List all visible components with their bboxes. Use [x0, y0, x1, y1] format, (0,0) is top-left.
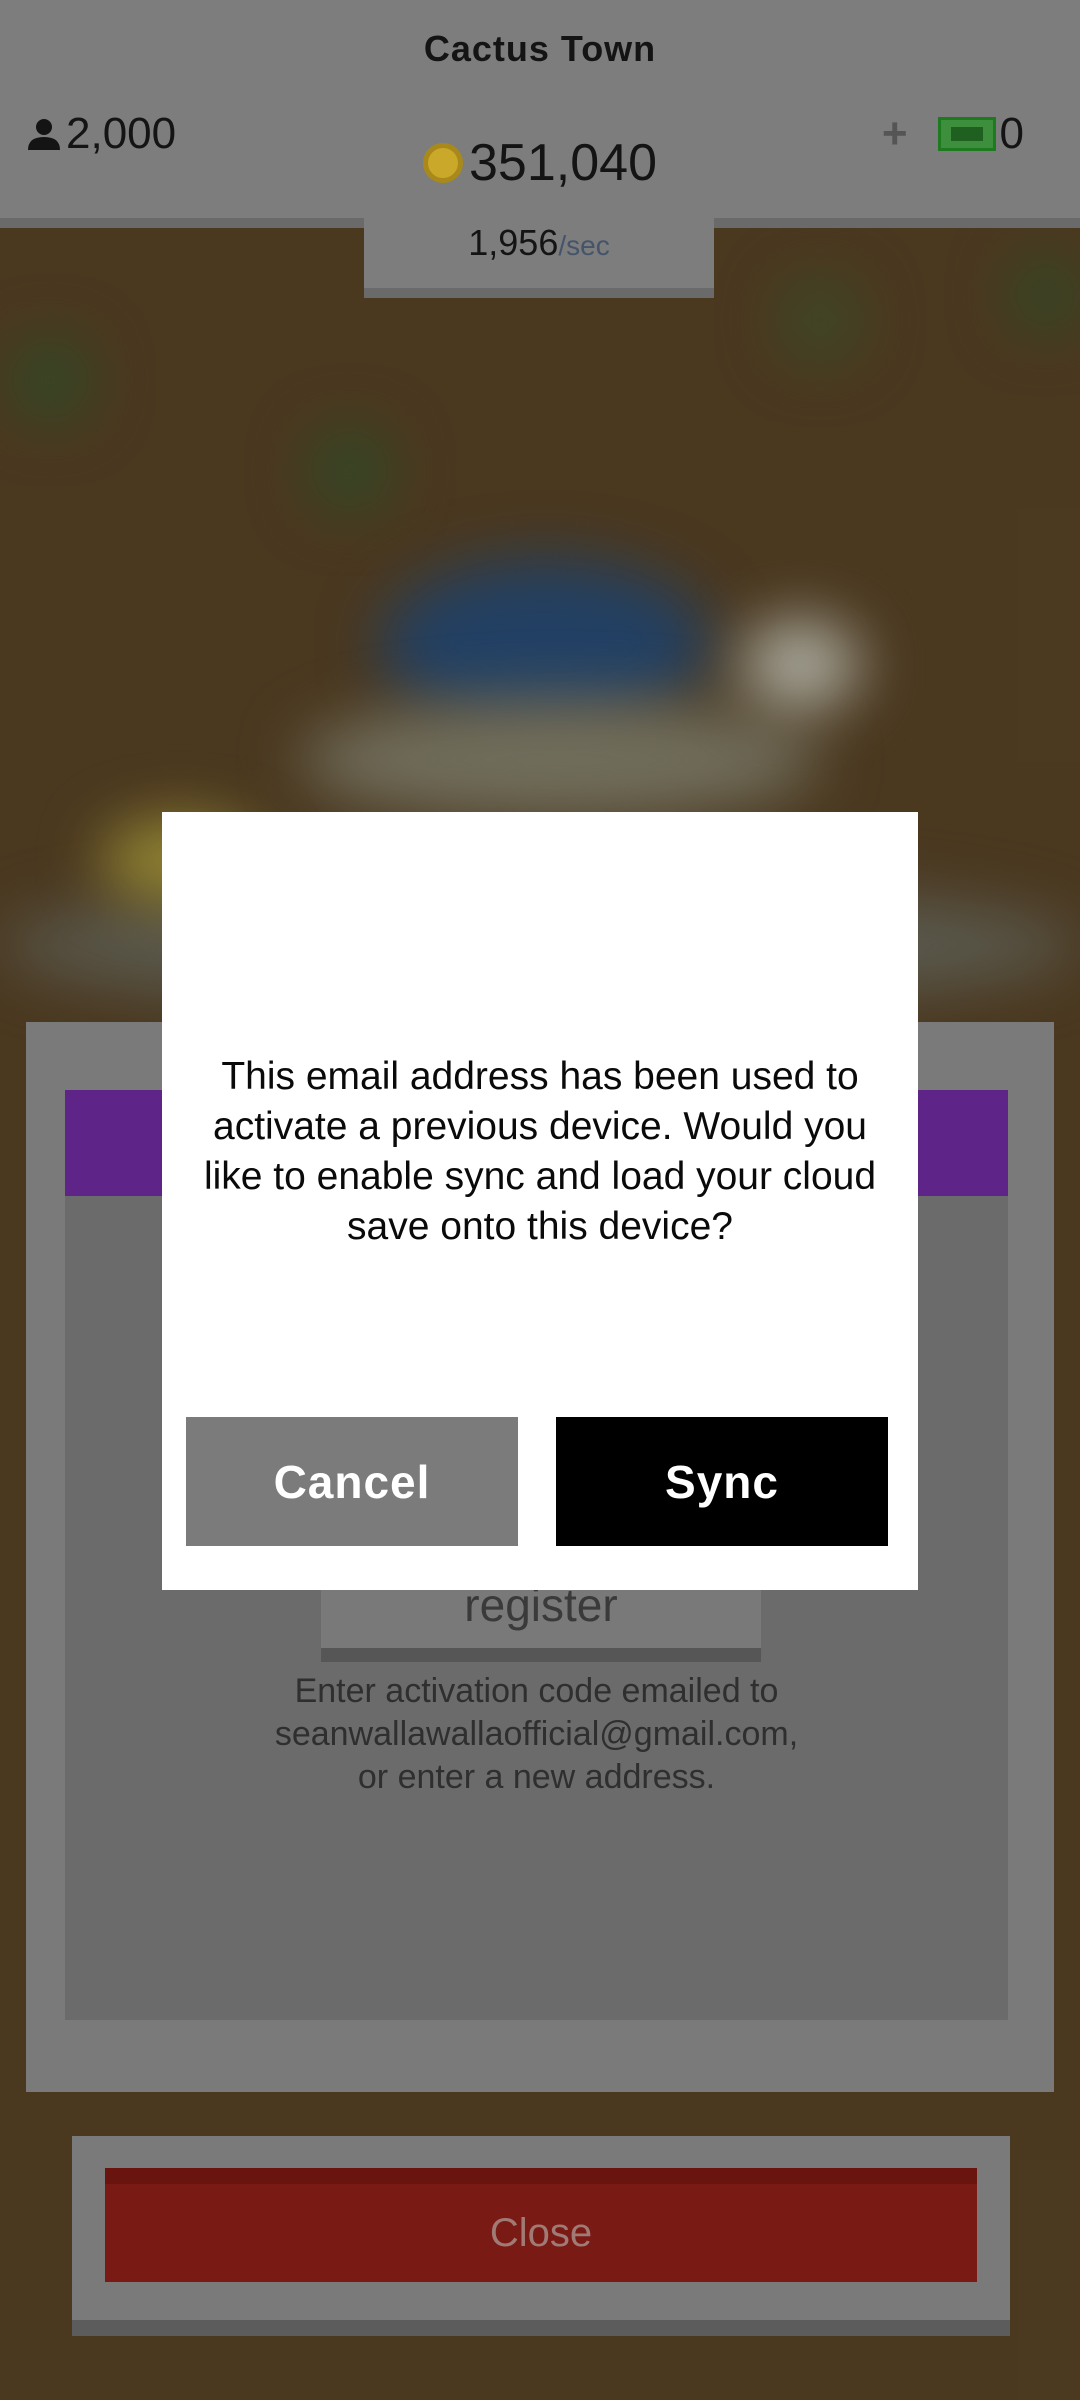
close-label: Close	[489, 2210, 593, 2255]
cancel-button[interactable]: Cancel	[186, 1417, 518, 1546]
sync-dialog: This email address has been used to acti…	[162, 812, 918, 1590]
dialog-message: This email address has been used to acti…	[203, 1055, 877, 1248]
close-button[interactable]: Close	[105, 2168, 977, 2282]
activation-info-line: or enter a new address.	[357, 1758, 716, 1796]
coin-icon	[423, 143, 464, 183]
coin-counter: 351,040	[0, 128, 1080, 198]
rate-unit: /sec	[558, 230, 610, 261]
sync-button[interactable]: Sync	[556, 1417, 888, 1546]
town-name: Cactus Town	[423, 28, 657, 69]
rate-value: 1,956	[468, 222, 559, 263]
coin-value: 351,040	[469, 134, 657, 192]
activation-info-email: seanwallawallaofficial@gmail.com,	[274, 1715, 799, 1753]
activation-info-line: Enter activation code emailed to	[294, 1672, 779, 1710]
income-rate: 1,956/sec	[364, 222, 714, 264]
activation-info: Enter activation code emailed to seanwal…	[65, 1670, 1008, 1799]
